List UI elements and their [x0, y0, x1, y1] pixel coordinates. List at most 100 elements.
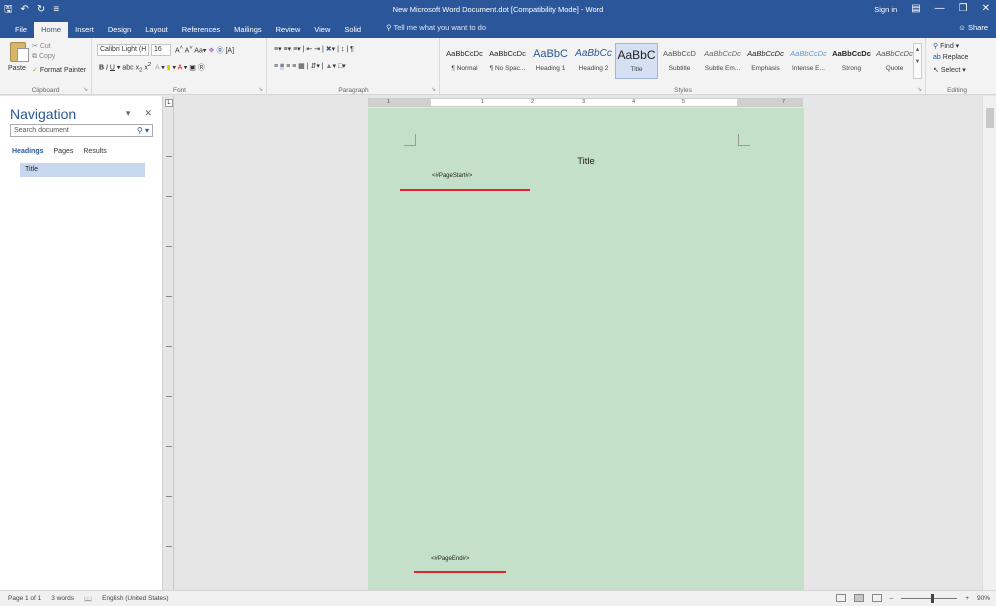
- ribbon-tabs-bar: File Home Insert Design Layout Reference…: [0, 19, 996, 38]
- tab-home[interactable]: Home: [34, 22, 69, 38]
- style-strong[interactable]: AaBbCcDc Strong: [830, 43, 873, 79]
- select-button[interactable]: ↖ Select ▾: [933, 66, 966, 74]
- tab-review[interactable]: Review: [269, 22, 308, 38]
- style-name: Intense E...: [792, 65, 825, 72]
- clipboard-paste-icon[interactable]: [10, 42, 29, 62]
- zoom-level[interactable]: 90%: [977, 595, 990, 602]
- share-button[interactable]: ☺ Share: [958, 23, 988, 32]
- ruler-number: 5: [682, 99, 686, 105]
- style-subtle-emphasis[interactable]: AaBbCcDc Subtle Em...: [701, 43, 744, 79]
- style-name: ¶ No Spac...: [489, 65, 526, 72]
- tab-selector-button[interactable]: L: [165, 99, 173, 107]
- tab-references[interactable]: References: [175, 22, 227, 38]
- dialog-launcher-icon[interactable]: ↘: [83, 86, 88, 93]
- dialog-launcher-icon[interactable]: ↘: [431, 86, 436, 93]
- vertical-ruler[interactable]: L: [164, 96, 174, 590]
- style-emphasis[interactable]: AaBbCcDc Emphasis: [744, 43, 787, 79]
- zoom-out-button[interactable]: –: [890, 595, 894, 602]
- zoom-slider[interactable]: [901, 593, 958, 603]
- minimize-button[interactable]: —: [935, 4, 945, 14]
- style-name: Emphasis: [751, 65, 780, 72]
- copy-icon: ⧉: [32, 53, 37, 60]
- styles-gallery-scroll[interactable]: ▲ ▼: [913, 43, 922, 79]
- style-name: Subtle Em...: [704, 65, 741, 72]
- web-layout-button[interactable]: [871, 594, 882, 602]
- font-grow-shrink-icons[interactable]: A˄ A˅ Aa▾ ❖ Ⓡ [A]: [175, 45, 234, 55]
- style-heading-1[interactable]: AaBbC Heading 1: [529, 43, 572, 79]
- tab-mailings[interactable]: Mailings: [227, 22, 269, 38]
- restore-button[interactable]: ❐: [959, 4, 968, 14]
- style-normal[interactable]: AaBbCcDc ¶ Normal: [443, 43, 486, 79]
- find-button[interactable]: ⚲ Find ▾: [933, 42, 959, 50]
- zoom-in-button[interactable]: +: [965, 595, 969, 602]
- close-button[interactable]: ✕: [982, 4, 990, 14]
- zoom-slider-thumb[interactable]: [931, 593, 935, 603]
- close-icon[interactable]: ✕: [144, 108, 152, 119]
- font-name-box[interactable]: Calibri Light (H: [97, 44, 149, 56]
- alignment-icons[interactable]: ≡ ≡ ≡ ≡ ▦ | ⇵▾ | ▲▾ □▾: [274, 62, 346, 70]
- sign-in-link[interactable]: Sign in: [874, 5, 897, 14]
- style-subtitle[interactable]: AaBbCcD Subtitle: [658, 43, 701, 79]
- style-heading-2[interactable]: AaBbCc Heading 2: [572, 43, 615, 79]
- scrollbar-thumb[interactable]: [986, 108, 994, 128]
- read-mode-button[interactable]: [835, 594, 846, 602]
- ruler-number: 4: [632, 99, 636, 105]
- navigation-title: Navigation: [10, 106, 77, 122]
- ribbon-display-icon[interactable]: ▤: [911, 4, 920, 14]
- heading-item-title[interactable]: Title: [20, 163, 145, 177]
- language-status[interactable]: English (United States): [102, 595, 168, 603]
- page-end-underline: [414, 571, 506, 573]
- paste-button[interactable]: Paste: [8, 65, 26, 72]
- tab-view[interactable]: View: [307, 22, 337, 38]
- font-size-box[interactable]: 16: [151, 44, 171, 56]
- ruler-number: 1: [387, 99, 391, 105]
- search-icon[interactable]: ⚲ ▾: [137, 125, 149, 136]
- vertical-scrollbar[interactable]: [982, 96, 996, 590]
- print-layout-button[interactable]: [853, 594, 864, 602]
- format-painter-button[interactable]: ✓ Format Painter: [32, 66, 86, 74]
- tab-file[interactable]: File: [8, 22, 34, 38]
- cut-button[interactable]: ✂ Cut: [32, 42, 51, 50]
- search-document-input[interactable]: Search document ⚲ ▾: [10, 124, 153, 137]
- replace-button[interactable]: ab Replace: [933, 54, 968, 61]
- tab-layout[interactable]: Layout: [138, 22, 175, 38]
- page-start-marker[interactable]: <#PageStart#>: [432, 173, 472, 179]
- proofing-icon[interactable]: 📖: [84, 595, 92, 603]
- list-indent-icons[interactable]: ≡▾ ≡▾ ≡▾ | ⇤ ⇥ | ✖▾ | ↕ | ¶: [274, 45, 354, 53]
- tab-results[interactable]: Results: [83, 148, 106, 155]
- chevron-down-icon[interactable]: ▾: [126, 108, 131, 119]
- style-no-spacing[interactable]: AaBbCcDc ¶ No Spac...: [486, 43, 529, 79]
- dialog-launcher-icon[interactable]: ↘: [258, 86, 263, 93]
- tab-pages[interactable]: Pages: [54, 148, 74, 155]
- tab-headings[interactable]: Headings: [12, 148, 44, 155]
- style-sample: AaBbC: [617, 48, 656, 62]
- style-sample: AaBbCcDc: [876, 49, 913, 58]
- copy-button[interactable]: ⧉ Copy: [32, 53, 55, 61]
- dialog-launcher-icon[interactable]: ↘: [917, 86, 922, 93]
- word-count[interactable]: 3 words: [51, 595, 74, 603]
- editing-group-label: Editing: [947, 87, 967, 94]
- replace-icon: ab: [933, 54, 941, 61]
- crop-mark: [404, 134, 416, 146]
- tab-insert[interactable]: Insert: [68, 22, 101, 38]
- tab-solid[interactable]: Solid: [337, 22, 368, 38]
- document-page[interactable]: Title <#PageStart#> <#PageEnd#>: [368, 108, 804, 590]
- document-title[interactable]: Title: [368, 156, 804, 167]
- page-count[interactable]: Page 1 of 1: [8, 595, 41, 603]
- tell-me-text: Tell me what you want to do: [393, 23, 487, 32]
- style-sample: AaBbCcDc: [747, 49, 784, 58]
- ribbon: Paste ✂ Cut ⧉ Copy ✓ Format Painter Clip…: [0, 38, 996, 95]
- clipboard-group: Paste ✂ Cut ⧉ Copy ✓ Format Painter Clip…: [0, 38, 92, 95]
- search-icon: ⚲: [933, 43, 939, 50]
- style-intense-emphasis[interactable]: AaBbCcDc Intense E...: [787, 43, 830, 79]
- paragraph-group: ≡▾ ≡▾ ≡▾ | ⇤ ⇥ | ✖▾ | ↕ | ¶ ≡ ≡ ≡ ≡ ▦ | …: [268, 38, 440, 95]
- style-name: Strong: [841, 65, 862, 72]
- style-quote[interactable]: AaBbCcDc Quote: [873, 43, 916, 79]
- horizontal-ruler[interactable]: 1 1 2 3 4 5 7: [368, 98, 803, 107]
- tab-design[interactable]: Design: [101, 22, 138, 38]
- page-end-marker[interactable]: <#PageEnd#>: [431, 556, 469, 562]
- font-format-icons[interactable]: B I U ▾ abc x2 x2 A ▾ ▮ ▾ A ▾ ▣ Ⓡ: [99, 62, 205, 74]
- style-title[interactable]: AaBbC Title: [615, 43, 658, 79]
- tell-me-box[interactable]: ⚲ Tell me what you want to do: [386, 23, 486, 32]
- scissors-icon: ✂: [32, 43, 38, 50]
